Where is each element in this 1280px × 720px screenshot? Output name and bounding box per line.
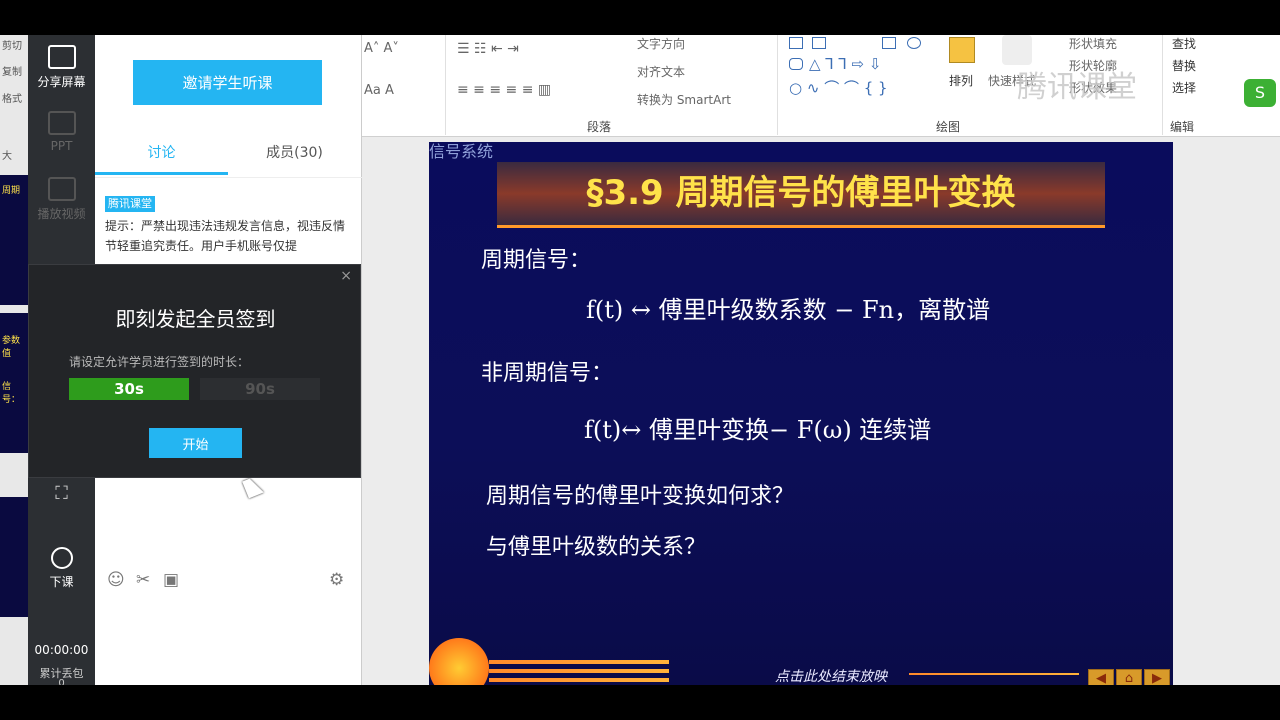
duration-90s-option[interactable]: 90s xyxy=(200,378,320,400)
share-screen-label: 分享屏幕 xyxy=(37,75,86,89)
notice-brand: 腾讯课堂 xyxy=(105,196,155,212)
panel-tabs: 讨论 成员(30) xyxy=(95,135,362,175)
shape-fill-button[interactable]: 形状填充 xyxy=(1069,35,1117,52)
slide-line: 与傅里叶级数的关系？ xyxy=(486,535,707,560)
shape-gallery-icons[interactable]: ○ ∿ ⌒ ⌒ { } xyxy=(789,77,888,98)
align-text-button[interactable]: 对齐文本 xyxy=(637,63,685,80)
play-video-button[interactable]: 播放视频 xyxy=(28,177,95,222)
shape-textbox-icon[interactable] xyxy=(812,37,826,49)
popup-title: 即刻发起全员签到 xyxy=(115,307,276,331)
strip-copy[interactable]: 复制 xyxy=(2,63,28,78)
paragraph-group-label: 段落 xyxy=(587,120,612,134)
slide-thumbnail[interactable]: 周期 xyxy=(0,175,28,305)
quick-styles-icon[interactable] xyxy=(1002,35,1032,65)
presentation-slide[interactable]: 信号系统 §3.9 周期信号的傅里叶变换 周期信号： f(t) ↔ 傅里叶级数系… xyxy=(429,142,1173,685)
thumb-text: 参数值 xyxy=(2,336,21,359)
arrange-icon[interactable] xyxy=(949,37,975,63)
image-icon[interactable]: ▣ xyxy=(163,570,179,590)
slide-streak xyxy=(489,660,669,664)
fullscreen-icon: ⛶ xyxy=(55,483,68,504)
sogou-ime-icon[interactable]: S xyxy=(1244,79,1276,107)
shape-rounded-icon[interactable] xyxy=(789,58,803,70)
packet-loss-value: 0 xyxy=(58,678,65,685)
scissors-icon[interactable]: ✂ xyxy=(136,570,150,590)
arrange-button[interactable]: 排列 xyxy=(949,72,973,89)
slide-streak xyxy=(909,673,1079,675)
tab-discussion[interactable]: 讨论 xyxy=(95,135,228,175)
emoji-icon[interactable]: ☺ xyxy=(107,570,125,590)
slide-streak xyxy=(489,678,669,682)
duration-label: 请设定允许学员进行签到的时长： xyxy=(69,355,250,369)
font-color-icon[interactable]: Aa A xyxy=(364,83,394,98)
app-window: 剪切 复制 格式 大 周期 参数值 信号： 分享屏幕 PPT 播放视频 ⛶ 下课… xyxy=(0,35,1280,685)
slide-streak xyxy=(489,669,669,673)
shape-rect-icon[interactable] xyxy=(882,37,896,49)
invite-students-button[interactable]: 邀请学生听课 xyxy=(133,60,322,105)
shape-oval-icon[interactable] xyxy=(907,37,921,49)
thumb-text: 周期 xyxy=(2,186,21,196)
divider xyxy=(1162,35,1163,135)
powerpoint-ribbon: A˄ A˅ Aa A ☰ ☷ ⇤ ⇥ ≡ ≡ ≡ ≡ ≡ ▥ 文字方向 对齐文本… xyxy=(362,35,1280,137)
bullet-list-icon[interactable]: ☰ ☷ ⇤ ⇥ xyxy=(457,41,519,57)
timer: 00:00:00 xyxy=(34,643,89,657)
slide-line: f(t) ↔ 傅里叶级数系数 − Fn，离散谱 xyxy=(586,296,991,324)
slide-line: 非周期信号： xyxy=(481,361,614,386)
slide-title-bar: §3.9 周期信号的傅里叶变换 xyxy=(497,162,1105,228)
checkin-popup: × 即刻发起全员签到 请设定允许学员进行签到的时长： 30s 90s 开始 xyxy=(28,264,361,478)
fullscreen-button[interactable]: ⛶ xyxy=(28,483,95,504)
ppt-button[interactable]: PPT xyxy=(28,111,95,153)
ppt-label: PPT xyxy=(50,139,73,153)
slide-title: §3.9 周期信号的傅里叶变换 xyxy=(586,173,1016,213)
next-slide-button[interactable]: ▶ xyxy=(1144,669,1170,685)
play-video-label: 播放视频 xyxy=(37,207,86,221)
prev-slide-button[interactable]: ◀ xyxy=(1088,669,1114,685)
slide-show-area: 信号系统 §3.9 周期信号的傅里叶变换 周期信号： f(t) ↔ 傅里叶级数系… xyxy=(362,137,1280,685)
align-icons[interactable]: ≡ ≡ ≡ ≡ ≡ ▥ xyxy=(457,82,551,98)
settings-gear-icon[interactable]: ⚙ xyxy=(329,570,344,590)
start-checkin-button[interactable]: 开始 xyxy=(149,428,242,458)
end-class-icon xyxy=(50,547,73,569)
slide-thumbnail[interactable]: 参数值 信号： xyxy=(0,313,28,453)
shape-gallery-icons[interactable]: △ ⅂ ⅂ ⇨ ⇩ xyxy=(809,55,881,73)
home-slide-button[interactable]: ⌂ xyxy=(1116,669,1142,685)
slide-thumbnail[interactable] xyxy=(0,497,28,617)
slide-sun-decoration xyxy=(429,638,489,685)
strip-heading: 大 xyxy=(2,151,12,162)
ppt-editor-strip: 剪切 复制 格式 大 周期 参数值 信号： xyxy=(0,35,28,685)
convert-smartart-button[interactable]: 转换为 SmartArt xyxy=(637,91,731,108)
duration-30s-option[interactable]: 30s xyxy=(69,378,189,400)
share-screen-button[interactable]: 分享屏幕 xyxy=(28,45,95,90)
share-screen-icon xyxy=(47,45,76,69)
replace-button[interactable]: 替换 xyxy=(1172,57,1196,74)
slide-line: 周期信号： xyxy=(481,248,592,273)
tencent-classroom-watermark: 腾讯课堂 xyxy=(1017,70,1137,105)
find-button[interactable]: 查找 xyxy=(1172,35,1196,52)
select-button[interactable]: 选择 xyxy=(1172,79,1196,96)
end-class-button[interactable]: 下课 xyxy=(28,547,95,590)
ppt-icon xyxy=(47,111,76,135)
divider xyxy=(777,35,778,135)
end-class-label: 下课 xyxy=(49,575,74,589)
slide-line: 周期信号的傅里叶变换如何求？ xyxy=(486,484,795,509)
chat-input-tools: ☺ ✂ ▣ ⚙ xyxy=(105,570,355,594)
divider xyxy=(445,35,446,135)
close-icon[interactable]: × xyxy=(340,268,352,284)
end-show-link[interactable]: 点击此处结束放映 xyxy=(775,666,887,685)
shape-textbox-icon[interactable] xyxy=(789,37,803,49)
chat-notice: 腾讯课堂 提示：严禁出现违法违规发言信息，视违反情节轻重追究责任。用户手机账号仅… xyxy=(95,177,362,257)
strip-cut[interactable]: 剪切 xyxy=(2,37,28,52)
editing-group-label: 编辑 xyxy=(1170,120,1195,134)
drawing-group-label: 绘图 xyxy=(936,120,961,134)
font-grow-icon[interactable]: A˄ A˅ xyxy=(364,41,399,56)
play-video-icon xyxy=(47,177,76,201)
tab-members[interactable]: 成员(30) xyxy=(228,135,361,175)
notice-text: 提示：严禁出现违法违规发言信息，视违反情节轻重追究责任。用户手机账号仅提 xyxy=(105,219,346,253)
slide-corner-text: 信号系统 xyxy=(429,142,494,161)
slide-line: f(t)↔ 傅里叶变换− F(ω) 连续谱 xyxy=(584,416,932,444)
strip-format[interactable]: 格式 xyxy=(2,90,28,105)
text-direction-button[interactable]: 文字方向 xyxy=(637,35,685,52)
thumb-text: 信号： xyxy=(2,382,21,405)
